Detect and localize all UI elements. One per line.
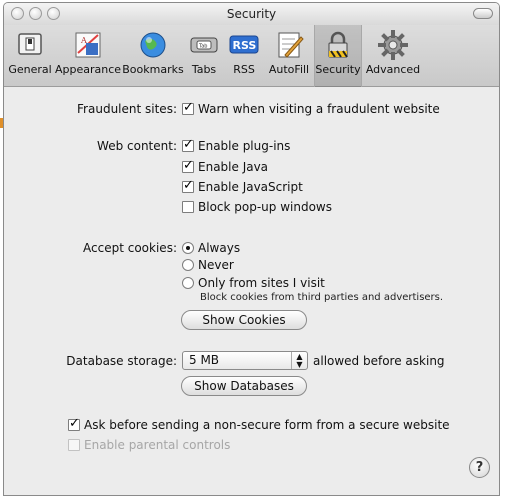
checkbox-box[interactable] [182,137,194,153]
tab-rss-label: RSS [233,63,255,76]
cookies-only-visited-text: Only from sites I visit [198,276,325,290]
tab-tabs-label: Tabs [191,63,217,76]
parental-controls-checkbox: Enable parental controls [68,437,230,453]
cookies-never-radio[interactable]: Never [182,257,234,273]
database-storage-value: 5 MB [189,353,220,367]
enable-java-checkbox[interactable]: Enable Java [182,158,269,175]
database-suffix: allowed before asking [313,354,445,368]
cookies-never-text: Never [198,258,234,272]
general-switch-icon [18,33,42,55]
checkbox-box[interactable] [182,178,194,194]
checkbox-box [68,439,80,451]
tab-general-label: General [8,63,52,76]
enable-javascript-text: Enable JavaScript [198,180,303,194]
radio-circle[interactable] [182,259,194,271]
toolbar-toggle-button[interactable] [473,8,493,19]
web-content-label: Web content: [97,139,177,153]
enable-java-text: Enable Java [198,160,269,174]
tab-security-label: Security [315,63,361,76]
bookmarks-globe-icon [140,32,166,58]
accept-cookies-label: Accept cookies: [83,241,177,255]
tab-appearance[interactable]: A Appearance [54,27,122,85]
tab-appearance-label: Appearance [54,63,122,76]
lock-icon [328,31,348,58]
svg-text:Tab: Tab [198,44,207,50]
tab-advanced-label: Advanced [365,63,421,76]
checkbox-box[interactable] [182,158,194,174]
tab-rss[interactable]: RSS RSS [224,27,264,85]
stepper-arrows-icon: ▲ ▼ [291,352,307,369]
parental-controls-text: Enable parental controls [84,438,231,452]
zoom-window-button[interactable] [47,7,60,20]
svg-text:RSS: RSS [233,39,257,52]
cookies-always-radio[interactable]: Always [182,240,240,256]
cookies-always-text: Always [198,241,241,255]
tab-bookmarks[interactable]: Bookmarks [122,27,184,85]
autofill-icon [278,32,304,58]
svg-text:A: A [80,36,87,45]
tab-autofill[interactable]: AutoFill [264,27,314,85]
tab-advanced[interactable]: Advanced [364,27,422,85]
enable-javascript-checkbox[interactable]: Enable JavaScript [182,178,303,195]
tab-autofill-label: AutoFill [268,63,310,76]
preferences-toolbar: General A Appearance Bookmarks Tab Tabs … [4,25,499,87]
title-bar[interactable]: Security [4,3,499,25]
checkbox-box[interactable] [182,201,194,213]
appearance-icon: A [75,32,101,58]
help-button[interactable]: ? [469,457,490,478]
fraudulent-sites-label: Fraudulent sites: [77,102,177,116]
radio-circle[interactable] [182,242,194,254]
tab-bookmarks-label: Bookmarks [122,63,184,76]
preferences-window: Security General A Appearance Bookmarks … [3,2,500,496]
warn-fraudulent-text: Warn when visiting a fraudulent website [198,102,440,116]
tab-security[interactable]: Security [314,25,362,87]
database-storage-select[interactable]: 5 MB ▲ ▼ [182,351,308,370]
cookies-note: Block cookies from third parties and adv… [200,292,444,303]
ask-nonsecure-text: Ask before sending a non-secure form fro… [84,418,450,432]
database-storage-label: Database storage: [66,354,177,368]
enable-plugins-text: Enable plug-ins [198,139,291,153]
cookies-only-visited-radio[interactable]: Only from sites I visit [182,275,325,291]
ask-nonsecure-checkbox[interactable]: Ask before sending a non-secure form fro… [68,416,450,433]
tab-general[interactable]: General [6,27,54,85]
show-databases-button[interactable]: Show Databases [181,376,307,396]
rss-icon: RSS [229,35,259,54]
block-popups-checkbox[interactable]: Block pop-up windows [182,199,332,215]
close-window-button[interactable] [11,7,24,20]
radio-circle[interactable] [182,277,194,289]
checkbox-box[interactable] [182,100,194,116]
window-title: Security [226,7,277,21]
enable-plugins-checkbox[interactable]: Enable plug-ins [182,137,291,154]
gear-icon [378,30,408,60]
checkbox-box[interactable] [68,416,80,432]
minimize-window-button[interactable] [29,7,42,20]
tab-tabs[interactable]: Tab Tabs [184,27,224,85]
show-cookies-button[interactable]: Show Cookies [181,310,307,330]
tabs-icon: Tab [190,37,218,53]
security-pane: Fraudulent sites: Warn when visiting a f… [4,87,499,495]
block-popups-text: Block pop-up windows [198,200,332,214]
warn-fraudulent-checkbox[interactable]: Warn when visiting a fraudulent website [182,100,440,117]
